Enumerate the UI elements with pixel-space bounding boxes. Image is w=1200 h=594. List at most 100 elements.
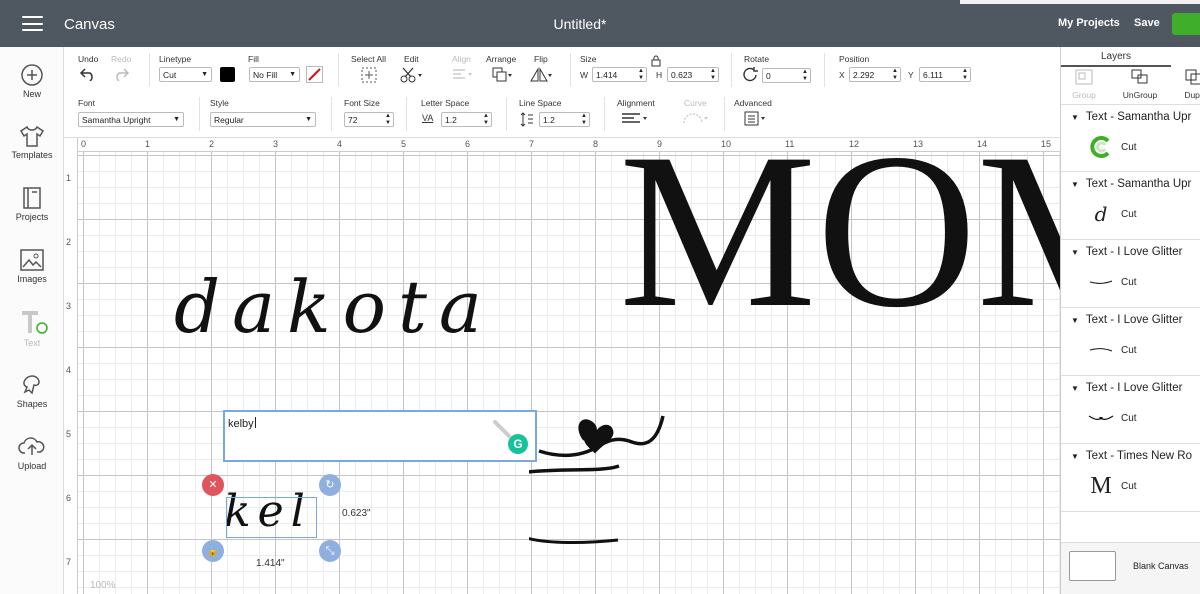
layers-tab[interactable]: Layers [1061, 51, 1171, 62]
style-select[interactable]: Regular ▼ [210, 112, 316, 127]
grammarly-icon[interactable]: G [508, 434, 528, 454]
redo-icon[interactable] [112, 67, 130, 81]
layer-operation[interactable]: Cut [1121, 345, 1137, 356]
spinner-icon[interactable]: ▲ ▼ [581, 113, 587, 126]
layer-item[interactable]: ▼ Text - I Love Glitter Cut [1061, 308, 1200, 376]
font-size-field[interactable]: 72 ▲ ▼ [344, 112, 394, 127]
letter-space-field[interactable]: 1.2 ▲ ▼ [441, 112, 492, 127]
layer-item[interactable]: ▼ Text - I Love Glitter Cut [1061, 240, 1200, 308]
width-field[interactable]: 1.414 ▲ ▼ [592, 67, 647, 82]
ruler-tick-label: 6 [465, 139, 471, 149]
line-space-field[interactable]: 1.2 ▲ ▼ [539, 112, 590, 127]
no-fill-swatch-icon[interactable] [306, 66, 323, 83]
sidebar-item-upload[interactable]: Upload [0, 435, 64, 471]
scale-handle-icon[interactable]: ⤡ [319, 540, 341, 562]
ungroup-button[interactable]: UnGroup [1117, 69, 1163, 100]
layer-operation[interactable]: Cut [1121, 481, 1137, 492]
make-it-button[interactable] [1172, 13, 1200, 35]
sidebar-item-templates[interactable]: Templates [0, 124, 64, 160]
letter-space-value: 1.2 [445, 115, 457, 125]
advanced-icon[interactable] [744, 111, 768, 127]
width-dimension-label: 1.414" [256, 558, 285, 569]
expand-triangle-icon[interactable]: ▼ [1071, 248, 1079, 257]
expand-triangle-icon[interactable]: ▼ [1071, 452, 1079, 461]
x-label: X [839, 70, 845, 80]
expand-triangle-icon[interactable]: ▼ [1071, 316, 1079, 325]
image-icon [20, 249, 44, 271]
height-field[interactable]: 0.623 ▲ ▼ [667, 67, 719, 82]
select-all-label: Select All [351, 54, 386, 64]
spinner-icon[interactable]: ▲ ▼ [892, 68, 898, 81]
my-projects-link[interactable]: My Projects [1058, 17, 1120, 29]
layer-item[interactable]: ▼ Text - I Love Glitter Cut [1061, 376, 1200, 444]
font-select[interactable]: Samantha Upright ▼ [78, 112, 184, 127]
layer-item[interactable]: ▼ Text - Samantha Upr Cut [1061, 104, 1200, 172]
plus-circle-icon [21, 64, 43, 86]
spinner-icon[interactable]: ▲ ▼ [710, 68, 716, 81]
spinner-icon[interactable]: ▲ ▼ [802, 69, 808, 82]
expand-triangle-icon[interactable]: ▼ [1071, 384, 1079, 393]
rotate-label: Rotate [744, 54, 770, 64]
undo-icon[interactable] [79, 67, 97, 81]
expand-triangle-icon[interactable]: ▼ [1071, 113, 1079, 122]
blank-canvas-layer[interactable]: Blank Canvas [1061, 542, 1200, 594]
arrange-icon[interactable] [492, 67, 514, 83]
design-canvas[interactable]: 0 1 2 3 4 5 6 7 8 9 10 11 12 13 14 15 1234567 dakota MO… [64, 138, 1060, 594]
save-button[interactable]: Save [1134, 17, 1160, 29]
layer-item[interactable]: ▼ Text - Samantha Upr d Cut [1061, 172, 1200, 240]
group-button[interactable]: Group [1069, 69, 1099, 100]
hamburger-icon[interactable] [22, 16, 43, 31]
sidebar-item-projects[interactable]: Projects [0, 186, 64, 222]
sidebar-item-images[interactable]: Images [0, 248, 64, 284]
line-space-value: 1.2 [543, 115, 555, 125]
expand-triangle-icon[interactable]: ▼ [1071, 180, 1079, 189]
linetype-select[interactable]: Cut ▼ [159, 67, 212, 82]
lock-icon[interactable] [651, 55, 661, 67]
sidebar-item-shapes[interactable]: Shapes [0, 373, 64, 409]
spinner-icon[interactable]: ▲ ▼ [962, 68, 968, 81]
group-label: Group [1072, 90, 1096, 100]
text-align-icon[interactable] [621, 112, 651, 126]
fill-select[interactable]: No Fill ▼ [249, 67, 300, 82]
curve-icon[interactable] [682, 111, 710, 127]
spinner-icon[interactable]: ▲ ▼ [483, 113, 489, 126]
layer-operation[interactable]: Cut [1121, 142, 1137, 153]
align-label: Align [452, 54, 471, 64]
align-icon[interactable] [452, 68, 474, 82]
flip-icon[interactable] [529, 67, 553, 83]
zoom-level[interactable]: 100% [90, 580, 116, 591]
duplicate-button[interactable]: Dupli [1179, 69, 1200, 100]
arrange-label: Arrange [486, 54, 517, 64]
sidebar-item-new[interactable]: New [0, 63, 64, 99]
dakota-text-object[interactable]: dakota [174, 265, 494, 349]
mom-text-object[interactable]: MOM [619, 138, 1060, 342]
delete-handle-icon[interactable]: ✕ [202, 474, 224, 496]
ruler-tick-label: 3 [66, 301, 72, 311]
lock-handle-icon[interactable]: 🔒 [202, 540, 224, 562]
left-ruler: 1 2 3 4 5 6 7 [64, 138, 78, 594]
heart-swash-graphic[interactable] [529, 408, 669, 558]
ruler-tick-label: 2 [66, 237, 72, 247]
linetype-color-swatch[interactable] [220, 67, 235, 82]
x-position-field[interactable]: 2.292 ▲ ▼ [849, 67, 901, 82]
sidebar-item-text[interactable]: Text [0, 310, 64, 348]
rotate-icon [743, 67, 758, 82]
layer-item[interactable]: ▼ Text - Times New Ro M Cut [1061, 444, 1200, 512]
blank-canvas-swatch[interactable] [1069, 551, 1116, 581]
selection-bounding-box[interactable] [226, 497, 317, 538]
y-position-field[interactable]: 6.111 ▲ ▼ [919, 67, 971, 82]
layer-operation[interactable]: Cut [1121, 209, 1137, 220]
style-label: Style [210, 98, 229, 108]
text-edit-box[interactable]: kelby [223, 410, 537, 462]
layer-operation[interactable]: Cut [1121, 277, 1137, 288]
rotate-field[interactable]: 0 ▲ ▼ [762, 68, 811, 83]
layer-operation[interactable]: Cut [1121, 413, 1137, 424]
text-edit-value[interactable]: kelby [228, 417, 256, 430]
scissors-icon[interactable] [400, 67, 424, 83]
select-all-icon[interactable] [361, 67, 377, 83]
ruler-tick-label: 7 [529, 139, 535, 149]
edit-toolbar: Undo Redo Linetype Cut ▼ Fill No Fill ▼ Se… [64, 47, 1060, 138]
rotate-handle-icon[interactable]: ↻ [319, 474, 341, 496]
spinner-icon[interactable]: ▲ ▼ [385, 113, 391, 126]
spinner-icon[interactable]: ▲ ▼ [638, 68, 644, 81]
